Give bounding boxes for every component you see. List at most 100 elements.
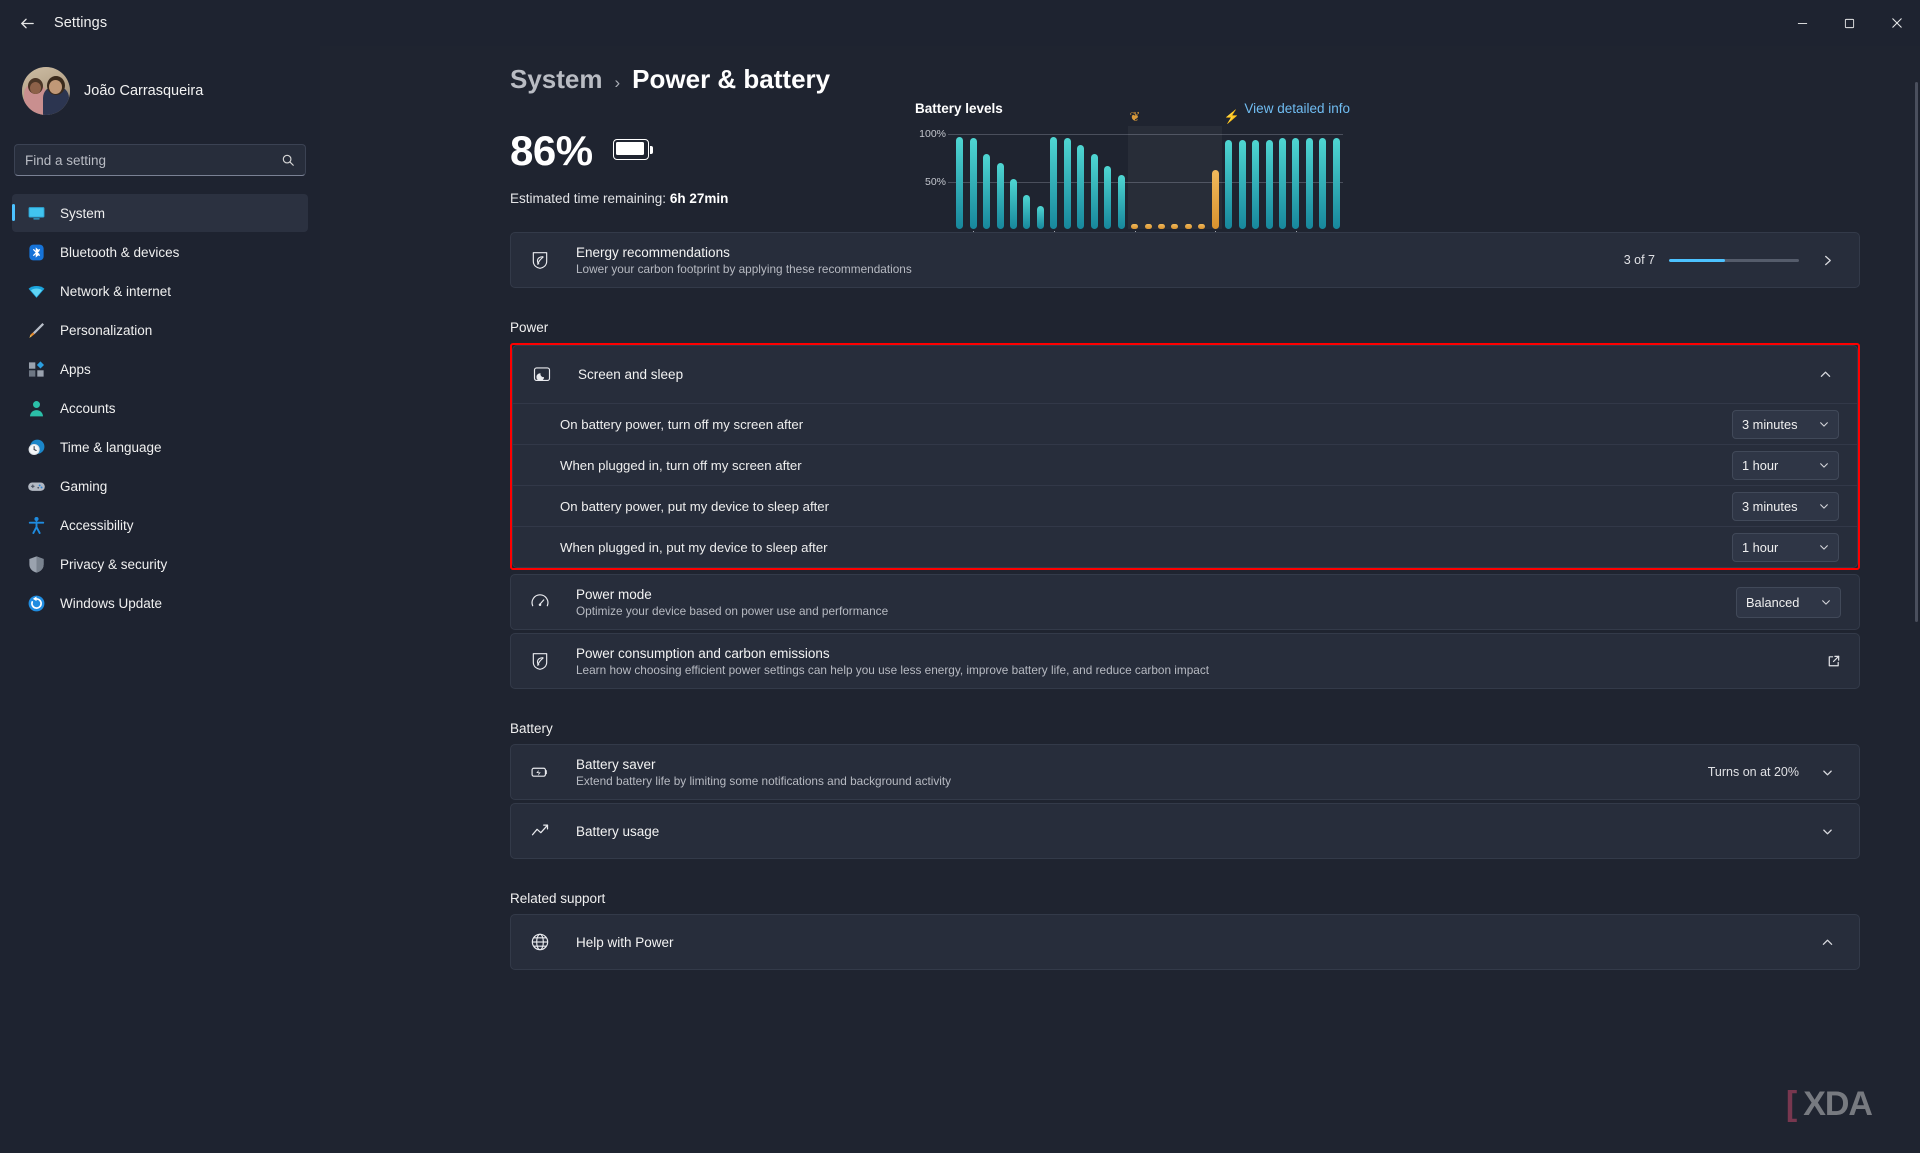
breadcrumb-parent[interactable]: System: [510, 64, 603, 95]
close-button[interactable]: [1873, 0, 1920, 46]
back-button[interactable]: [8, 4, 46, 42]
sidebar-item-gaming[interactable]: Gaming: [12, 467, 308, 505]
gamepad-icon: [26, 476, 46, 496]
profile-block[interactable]: João Carrasqueira: [12, 46, 308, 130]
battery-saver-title: Battery saver: [576, 756, 656, 772]
sidebar-item-accounts[interactable]: Accounts: [12, 389, 308, 427]
chart-bar: [1225, 139, 1233, 229]
chart-bar: [983, 153, 991, 229]
battery-percent: 86%: [510, 127, 593, 174]
chevron-up-icon[interactable]: [1813, 928, 1841, 956]
battery-saver-subtitle: Extend battery life by limiting some not…: [576, 773, 952, 788]
screen-and-sleep-title: Screen and sleep: [578, 367, 684, 382]
external-link-icon[interactable]: [1826, 654, 1841, 669]
chevron-down-icon[interactable]: [1813, 817, 1841, 845]
scrollbar[interactable]: [1915, 82, 1918, 622]
sidebar-item-label: Accounts: [60, 400, 116, 416]
battery-section-label: Battery: [510, 721, 553, 736]
sidebar-item-accessibility[interactable]: Accessibility: [12, 506, 308, 544]
plugged-in-sleep-dropdown[interactable]: 1 hour: [1732, 532, 1839, 562]
chart-bar: [996, 163, 1004, 229]
estimated-time-remaining: Estimated time remaining: 6h 27min: [510, 191, 728, 206]
chevron-down-icon[interactable]: [1813, 758, 1841, 786]
row-label: On battery power, put my device to sleep…: [560, 498, 830, 514]
leaf-shield-icon: [529, 650, 551, 672]
estimated-label: Estimated time remaining:: [510, 191, 667, 206]
help-with-power-card[interactable]: Help with Power: [510, 914, 1860, 970]
window-body: João Carrasqueira Syste: [0, 46, 1920, 1153]
chart-bar: [1319, 137, 1327, 229]
chevron-right-icon[interactable]: [1813, 246, 1841, 274]
search-box[interactable]: [14, 144, 306, 176]
chart-bar: [1090, 153, 1098, 229]
title-bar: Settings: [0, 0, 1920, 46]
dropdown-value: 3 minutes: [1742, 416, 1798, 432]
power-mode-text: Power mode Optimize your device based on…: [576, 587, 1736, 618]
sidebar-item-label: Time & language: [60, 439, 162, 455]
battery-saver-card[interactable]: Battery saver Extend battery life by lim…: [510, 744, 1860, 800]
sidebar-item-windows-update[interactable]: Windows Update: [12, 584, 308, 622]
chevron-down-icon: [1819, 542, 1829, 552]
chevron-down-icon: [1819, 501, 1829, 511]
on-battery-sleep-dropdown[interactable]: 3 minutes: [1732, 491, 1839, 521]
estimated-value: 6h 27min: [669, 191, 729, 206]
search-icon: [281, 153, 295, 167]
bolt-icon: ⚡: [1223, 109, 1240, 124]
chart-bar: [1077, 145, 1085, 229]
chevron-down-icon: [1819, 460, 1829, 470]
screen-and-sleep-card: Screen and sleep On battery power, turn …: [512, 345, 1858, 568]
sidebar-item-bluetooth-devices[interactable]: Bluetooth & devices: [12, 233, 308, 271]
shield-icon: [26, 554, 46, 574]
chart-plot-area: 100% 50% ❦ ⚡: [919, 109, 1343, 229]
speedometer-icon: [529, 591, 551, 613]
watermark-bracket: [: [1785, 1085, 1798, 1123]
sidebar-item-time-language[interactable]: Time & language: [12, 428, 308, 466]
minimize-button[interactable]: [1779, 0, 1826, 46]
sidebar-item-personalization[interactable]: Personalization: [12, 311, 308, 349]
sidebar-item-network-internet[interactable]: Network & internet: [12, 272, 308, 310]
battery-usage-card[interactable]: Battery usage: [510, 803, 1860, 859]
watermark: [ XDA: [1785, 1085, 1873, 1123]
plugged-in-screen-off-dropdown[interactable]: 1 hour: [1732, 450, 1839, 480]
main-content: System › Power & battery 86% Estimated t…: [320, 46, 1920, 1153]
battery-percent-row: 86%: [510, 127, 728, 175]
view-detailed-info-link[interactable]: View detailed info: [1244, 101, 1350, 116]
sidebar-item-apps[interactable]: Apps: [12, 350, 308, 388]
chart-bar: [1063, 137, 1071, 229]
row-label: On battery power, turn off my screen aft…: [560, 416, 804, 432]
chart-bar: [1332, 137, 1340, 229]
power-mode-dropdown[interactable]: Balanced: [1736, 586, 1841, 618]
leaf-shield-icon: [529, 249, 551, 271]
chart-bar: [1265, 139, 1273, 229]
page-title: Power & battery: [632, 64, 831, 94]
help-with-power-right: [1813, 928, 1841, 956]
chart-bar: [1292, 137, 1300, 229]
chevron-down-icon: [1821, 597, 1831, 607]
chart-bar: [1198, 224, 1206, 229]
screen-and-sleep-header[interactable]: Screen and sleep: [513, 346, 1857, 403]
profile-name: João Carrasqueira: [84, 83, 204, 99]
wifi-icon: [26, 281, 46, 301]
sidebar-item-system[interactable]: System: [12, 194, 308, 232]
energy-recommendations-card[interactable]: Energy recommendations Lower your carbon…: [510, 232, 1860, 288]
search-input[interactable]: [25, 152, 281, 168]
carbon-emissions-card[interactable]: Power consumption and carbon emissions L…: [510, 633, 1860, 689]
person-icon: [26, 398, 46, 418]
energy-progress-count: 3 of 7: [1623, 253, 1655, 267]
screen-sleep-row: When plugged in, put my device to sleep …: [513, 526, 1857, 567]
on-battery-screen-off-dropdown[interactable]: 3 minutes: [1732, 409, 1839, 439]
chart-bar: [1010, 178, 1018, 229]
apps-icon: [26, 359, 46, 379]
battery-icon: [612, 139, 655, 163]
dropdown-value: Balanced: [1746, 594, 1800, 610]
sidebar: João Carrasqueira Syste: [0, 46, 320, 1153]
sidebar-item-privacy-security[interactable]: Privacy & security: [12, 545, 308, 583]
maximize-button[interactable]: [1826, 0, 1873, 46]
chevron-up-icon[interactable]: [1811, 361, 1839, 389]
battery-hero: 86% Estimated time remaining: 6h 27min B…: [510, 101, 1860, 251]
screen-sleep-row: When plugged in, turn off my screen afte…: [513, 444, 1857, 485]
globe-icon: [529, 931, 551, 953]
chart-bar: [1171, 224, 1179, 229]
sidebar-item-label: Network & internet: [60, 283, 172, 299]
window-title: Settings: [54, 15, 108, 31]
